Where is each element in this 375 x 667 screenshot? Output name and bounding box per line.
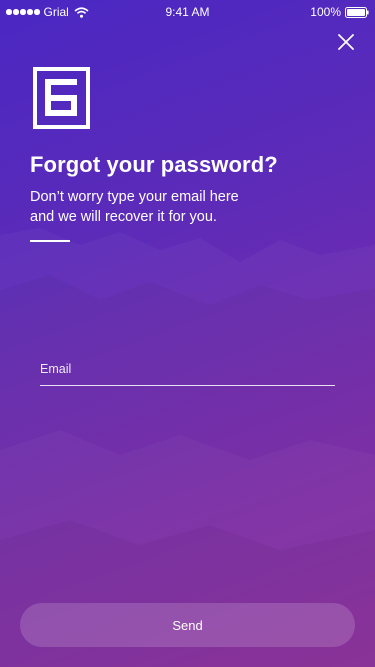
battery-percent: 100%	[310, 5, 341, 19]
subtitle-line: Don’t worry type your email here	[30, 189, 239, 205]
title-underline	[30, 240, 70, 242]
close-icon	[338, 34, 354, 50]
status-bar: Grial 9:41 AM 100%	[0, 0, 375, 24]
page-title: Forgot your password?	[30, 152, 278, 177]
page-subtitle: Don’t worry type your email here and we …	[30, 187, 330, 227]
email-field[interactable]	[40, 357, 335, 386]
close-button[interactable]	[333, 29, 359, 55]
send-button[interactable]: Send	[20, 603, 355, 647]
grial-logo-icon	[33, 67, 90, 129]
subtitle-line: and we will recover it for you.	[30, 209, 217, 225]
email-input[interactable]	[40, 357, 335, 381]
forgot-password-screen: Grial 9:41 AM 100% Forgot your password?…	[0, 0, 375, 667]
battery-group: 100%	[310, 0, 369, 24]
battery-icon	[345, 6, 369, 18]
